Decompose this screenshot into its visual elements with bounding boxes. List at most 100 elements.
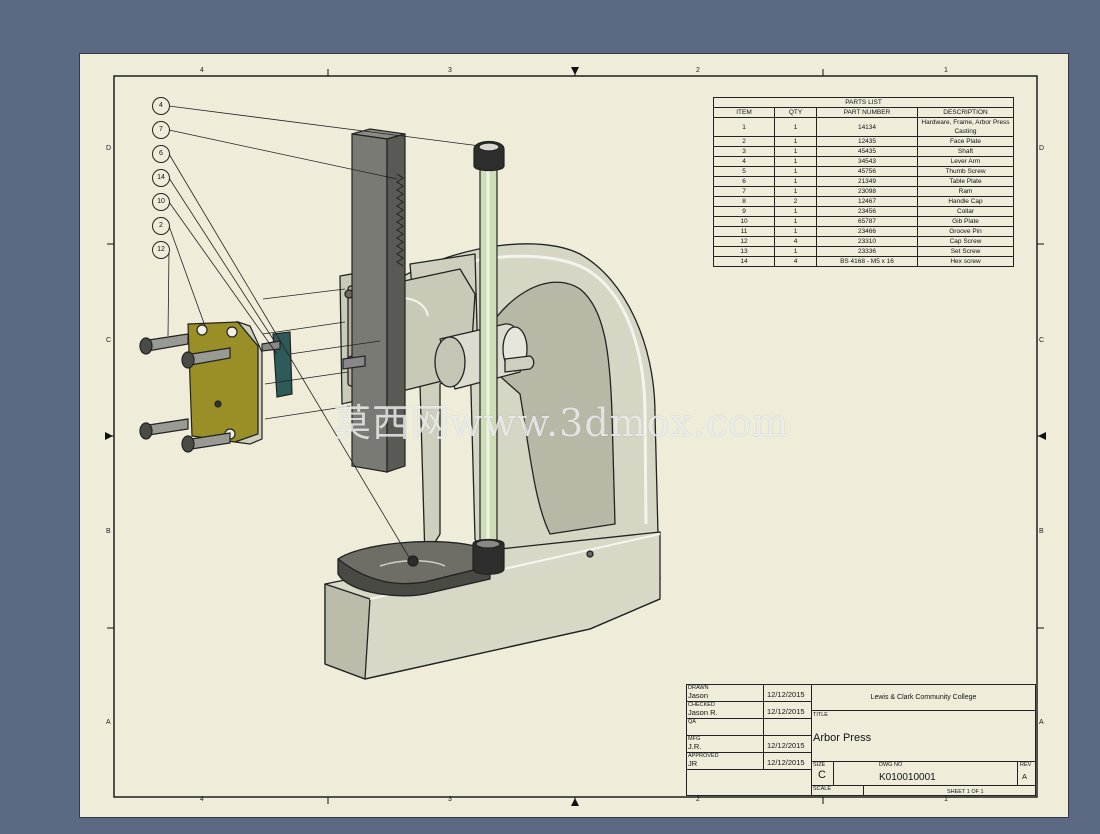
item-cell: 6 [713,176,775,187]
qty-cell: 1 [774,146,817,157]
item-cell: 14 [713,256,775,267]
item-cell: 11 [713,226,775,237]
description-cell: Lever Arm [917,156,1014,167]
description-cell: Table Plate [917,176,1014,187]
qty-cell: 1 [774,176,817,187]
revision: A [1022,772,1028,781]
face-plate-assembly [139,320,366,453]
part-number-cell: 23310 [816,236,918,247]
description-cell: Hex screw [917,256,1014,267]
parts-list-table: PARTS LIST ITEM QTY PART NUMBER DESCRIPT… [713,97,1014,267]
drawing-number: K010010001 [879,772,936,783]
description-cell: Handle Cap [917,196,1014,207]
part-number-cell: 23098 [816,186,918,197]
qty-cell: 1 [774,117,817,137]
drawn-name: Jason [688,691,709,700]
mfg-date: 12/12/2015 [767,741,805,750]
checked-date: 12/12/2015 [767,707,805,716]
parts-list-title: PARTS LIST [713,97,1014,108]
part-number-cell: 23456 [816,206,918,217]
item-balloon: 2 [152,217,170,235]
item-cell: 10 [713,216,775,227]
item-balloon: 10 [152,193,170,211]
item-cell: 13 [713,246,775,257]
item-cell: 4 [713,156,775,167]
parts-list-row: 1 1 14134 Hardware, Frame, Arbor Press Cast… [713,117,1014,137]
title-block: DRAWN Jason 12/12/2015 CHECKED Jason R. … [686,684,1036,797]
item-cell: 7 [713,186,775,197]
checked-name: Jason R. [688,708,718,717]
parts-list-row: 6 1 21349 Table Plate [713,176,1014,187]
qty-cell: 4 [774,256,817,267]
description-cell: Set Screw [917,246,1014,257]
description-cell: Shaft [917,146,1014,157]
item-cell: 1 [713,117,775,137]
item-balloon: 14 [152,169,170,187]
qty-cell: 2 [774,196,817,207]
zone-left-A: A [106,719,111,726]
item-cell: 9 [713,206,775,217]
item-cell: 8 [713,196,775,207]
drawn-date: 12/12/2015 [767,690,805,699]
parts-list-row: 3 1 45435 Shaft [713,146,1014,157]
description-cell: Collar [917,206,1014,217]
parts-list-row: 4 1 34543 Lever Arm [713,156,1014,167]
zone-bottom-3: 3 [448,796,452,803]
parts-list-row: 2 1 12435 Face Plate [713,136,1014,147]
description-cell: Face Plate [917,136,1014,147]
col-item: ITEM [713,107,775,118]
qty-cell: 1 [774,186,817,197]
item-balloon: 12 [152,241,170,259]
description-cell: Gib Plate [917,216,1014,227]
company-name: Lewis & Clark Community College [870,694,977,701]
zone-bottom-4: 4 [200,796,204,803]
watermark: 莫西网www.3dmox.com [333,401,790,445]
parts-list-row: 9 1 23456 Collar [713,206,1014,217]
parts-list-row: 12 4 23310 Cap Screw [713,236,1014,247]
qa-label: QA [688,719,696,725]
parts-list-row: 10 1 65787 Gib Plate [713,216,1014,227]
col-qty: QTY [774,107,817,118]
part-number-cell: 12467 [816,196,918,207]
qty-cell: 1 [774,226,817,237]
item-balloon: 6 [152,145,170,163]
scale-label: SCALE [813,786,832,792]
item-cell: 2 [713,136,775,147]
part-number-cell: 14134 [816,117,918,137]
zone-right-C: C [1039,337,1045,344]
col-description: DESCRIPTION [917,107,1014,118]
part-number-cell: 21349 [816,176,918,187]
zone-right-D: D [1039,145,1045,152]
zone-top-2: 2 [696,67,700,74]
qty-cell: 1 [774,166,817,177]
col-part-number: PART NUMBER [816,107,918,118]
zone-right-B: B [1039,528,1044,535]
description-cell: Thumb Screw [917,166,1014,177]
qty-cell: 1 [774,246,817,257]
qty-cell: 1 [774,156,817,167]
zone-bottom-1: 1 [944,796,948,803]
zone-top-1: 1 [944,67,948,74]
parts-list-row: 13 1 23336 Set Screw [713,246,1014,257]
part-number-cell: 34543 [816,156,918,167]
zone-right-A: A [1039,719,1044,726]
approved-date: 12/12/2015 [767,758,805,767]
parts-list-row: 5 1 45756 Thumb Screw [713,166,1014,177]
part-number-cell: BS 4168 - M5 x 16 [816,256,918,267]
item-cell: 12 [713,236,775,247]
size-label: SIZE [813,762,826,768]
item-balloon: 7 [152,121,170,139]
zone-left-C: C [106,337,112,344]
zone-left-B: B [106,528,111,535]
rev-label: REV [1020,762,1032,768]
parts-list-row: 8 2 12467 Handle Cap [713,196,1014,207]
description-cell: Groove Pin [917,226,1014,237]
zone-bottom-2: 2 [696,796,700,803]
drawing-title: Arbor Press [813,732,872,744]
sheet-size: C [818,769,826,781]
item-balloon: 4 [152,97,170,115]
parts-list-row: 14 4 BS 4168 - M5 x 16 Hex screw [713,256,1014,267]
part-number-cell: 12435 [816,136,918,147]
part-number-cell: 45756 [816,166,918,177]
qty-cell: 4 [774,236,817,247]
